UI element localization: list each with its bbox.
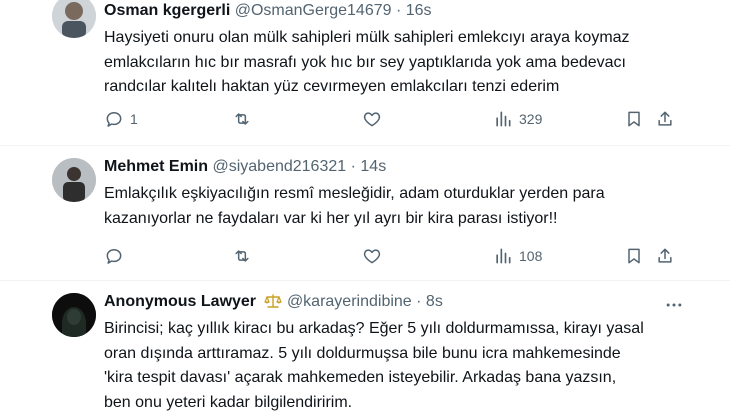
author-handle[interactable]: @karayerindibine — [287, 293, 412, 310]
author-name[interactable]: Mehmet Emin — [104, 158, 208, 175]
tweet[interactable]: Anonymous Lawyer @karayerindibine · 8s B… — [0, 281, 730, 420]
separator: · — [416, 293, 422, 310]
tweet-text-line: ben onu yeteri kadar bilgilendiririm. — [104, 393, 353, 411]
action-bar: 1 329 — [104, 107, 704, 131]
more-button[interactable] — [664, 293, 684, 317]
more-icon — [666, 303, 682, 307]
timestamp[interactable]: 14s — [360, 158, 386, 175]
tweet-text-line: randcılar kalıtelı haktan yüz cevırmeyen… — [104, 78, 560, 95]
bookmark-button[interactable] — [624, 244, 644, 268]
action-bar: 108 — [104, 244, 704, 268]
views-icon — [496, 111, 511, 127]
author-name[interactable]: Anonymous Lawyer — [104, 293, 256, 310]
tweet-text-line: Haysiyeti onuru olan mülk sahipleri mülk… — [104, 29, 630, 46]
retweet-icon — [235, 250, 249, 262]
bookmark-button[interactable] — [624, 107, 644, 131]
reply-button[interactable]: 1 — [104, 107, 138, 131]
avatar[interactable] — [52, 0, 96, 38]
bookmark-icon — [628, 111, 640, 127]
like-button[interactable] — [362, 244, 382, 268]
timestamp[interactable]: 8s — [426, 293, 443, 310]
heart-icon — [363, 249, 381, 264]
views-button[interactable]: 329 — [493, 107, 542, 131]
tweet-header: Anonymous Lawyer @karayerindibine · 8s — [104, 293, 443, 314]
avatar[interactable] — [52, 158, 96, 202]
retweet-button[interactable] — [232, 107, 252, 131]
retweet-icon — [235, 113, 249, 125]
avatar-photo — [52, 158, 96, 202]
views-icon — [496, 248, 511, 264]
tweet-text: Emlakçılık eşkiyacılığın resmî mesleğidi… — [104, 182, 704, 231]
tweet-text-line: kazanıyorlar ne faydaları var ki her yıl… — [104, 209, 558, 227]
share-icon — [658, 248, 672, 263]
tweet-text: Birincisi; kaç yıllık kiracı bu arkadaş?… — [104, 317, 704, 415]
like-button[interactable] — [362, 107, 382, 131]
tweet-header: Osman kgergerli @OsmanGerge14679 · 16s — [104, 2, 432, 20]
reply-count: 1 — [130, 111, 138, 127]
retweet-button[interactable] — [232, 244, 252, 268]
tweet-text-line: Emlakçılık eşkiyacılığın resmî mesleğidi… — [104, 185, 605, 202]
reply-icon — [106, 249, 122, 264]
author-handle[interactable]: @OsmanGerge14679 — [235, 2, 392, 19]
tweet-text: Haysiyeti onuru olan mülk sahipleri mülk… — [104, 26, 704, 100]
separator: · — [350, 158, 356, 175]
reply-icon — [106, 112, 122, 127]
share-button[interactable] — [655, 107, 675, 131]
scales-icon — [264, 293, 283, 314]
timestamp[interactable]: 16s — [406, 2, 432, 19]
tweet-header: Mehmet Emin @siyabend216321 · 14s — [104, 158, 386, 176]
views-count: 329 — [519, 111, 543, 127]
share-icon — [658, 111, 672, 126]
avatar[interactable] — [52, 293, 96, 337]
avatar-photo — [52, 0, 96, 38]
heart-icon — [363, 112, 381, 127]
author-name[interactable]: Osman kgergerli — [104, 2, 230, 19]
tweet-text-line: emlakcıların hıc bır masrafı yok hıc bır… — [104, 53, 626, 71]
tweet-text-line: 'kira tespit davası' açarak mahkemeden i… — [104, 369, 617, 386]
tweet[interactable]: Mehmet Emin @siyabend216321 · 14s Emlakç… — [0, 146, 730, 281]
author-handle[interactable]: @siyabend216321 — [212, 158, 346, 175]
separator: · — [395, 2, 402, 19]
tweet[interactable]: Osman kgergerli @OsmanGerge14679 · 16s H… — [0, 0, 730, 146]
views-count: 108 — [519, 248, 543, 264]
tweet-text-line: oran dışında arttıramaz. 5 yılı doldurmu… — [104, 344, 621, 362]
avatar-photo — [52, 293, 96, 337]
bookmark-icon — [628, 248, 640, 264]
reply-button[interactable] — [104, 244, 124, 268]
tweet-text-line: Birincisi; kaç yıllık kiracı bu arkadaş?… — [104, 320, 644, 337]
views-button[interactable]: 108 — [493, 244, 542, 268]
share-button[interactable] — [655, 244, 675, 268]
